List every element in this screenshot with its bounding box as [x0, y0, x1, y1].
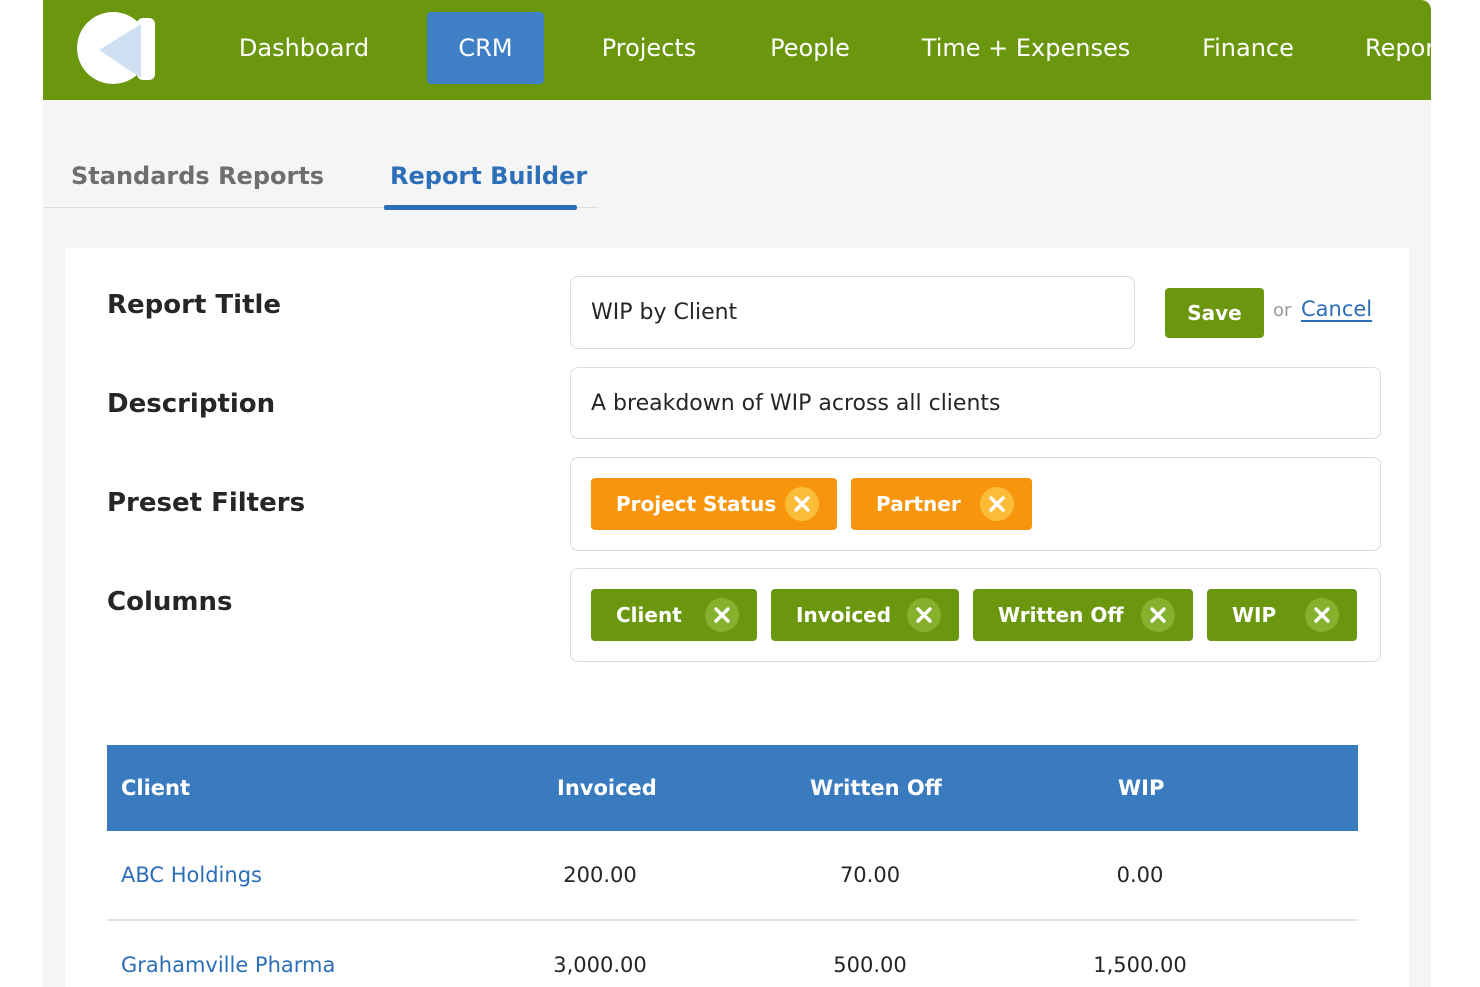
tab-report-builder[interactable]: Report Builder — [390, 156, 587, 196]
preset-filters-field[interactable]: Project Status Partner — [570, 457, 1381, 551]
report-builder-card: Report Title WIP by Client Save or Cance… — [65, 248, 1409, 987]
report-title-input[interactable]: WIP by Client — [570, 276, 1135, 349]
or-separator: or — [1273, 300, 1292, 321]
nav-crm[interactable]: CRM — [427, 12, 544, 84]
preset-filters-label: Preset Filters — [107, 488, 306, 518]
active-tab-indicator — [384, 205, 577, 210]
nav-finance[interactable]: Finance — [1200, 12, 1296, 84]
remove-column-invoiced-icon[interactable] — [907, 598, 941, 632]
remove-column-wip-icon[interactable] — [1305, 598, 1339, 632]
table-header: Client Invoiced Written Off WIP — [107, 745, 1358, 831]
table-row: ABC Holdings 200.00 70.00 0.00 — [107, 831, 1358, 921]
nav-projects[interactable]: Projects — [599, 12, 699, 84]
wip-cell: 0.00 — [1116, 863, 1164, 887]
filter-chip-partner: Partner — [851, 478, 1032, 530]
remove-column-client-icon[interactable] — [705, 598, 739, 632]
filter-chip-label: Project Status — [616, 492, 777, 516]
client-link[interactable]: Grahamville Pharma — [121, 921, 335, 987]
column-chip-label: WIP — [1232, 603, 1277, 627]
tab-standards-reports[interactable]: Standards Reports — [71, 156, 324, 196]
filter-chip-project-status: Project Status — [591, 478, 837, 530]
app-window: Dashboard CRM Projects People Time + Exp… — [43, 0, 1431, 987]
column-header-client[interactable]: Client — [121, 745, 190, 831]
column-chip-label: Written Off — [998, 603, 1124, 627]
cancel-link[interactable]: Cancel — [1301, 297, 1372, 321]
remove-filter-project-status-icon[interactable] — [785, 487, 819, 521]
written-off-cell: 70.00 — [839, 863, 901, 887]
description-label: Description — [107, 389, 276, 419]
column-chip-wip: WIP — [1207, 589, 1357, 641]
invoiced-cell: 3,000.00 — [553, 953, 647, 977]
report-title-value: WIP by Client — [591, 300, 738, 325]
nav-dashboard[interactable]: Dashboard — [238, 12, 370, 84]
invoiced-cell: 200.00 — [563, 863, 637, 887]
remove-filter-partner-icon[interactable] — [980, 487, 1014, 521]
column-chip-written-off: Written Off — [973, 589, 1193, 641]
nav-people[interactable]: People — [767, 12, 853, 84]
app-logo[interactable] — [69, 10, 159, 90]
column-chip-invoiced: Invoiced — [771, 589, 959, 641]
client-link[interactable]: ABC Holdings — [121, 831, 262, 919]
column-header-wip[interactable]: WIP — [1118, 745, 1164, 831]
column-chip-label: Client — [616, 603, 682, 627]
remove-column-written-off-icon[interactable] — [1141, 598, 1175, 632]
column-chip-label: Invoiced — [796, 603, 892, 627]
save-button[interactable]: Save — [1165, 288, 1264, 338]
columns-field[interactable]: Client Invoiced Written Off WIP — [570, 568, 1381, 662]
columns-label: Columns — [107, 587, 233, 617]
top-nav: Dashboard CRM Projects People Time + Exp… — [43, 0, 1431, 100]
column-header-written-off[interactable]: Written Off — [810, 745, 942, 831]
wip-cell: 1,500.00 — [1093, 953, 1187, 977]
column-chip-client: Client — [591, 589, 757, 641]
written-off-cell: 500.00 — [833, 953, 907, 977]
description-value: A breakdown of WIP across all clients — [591, 390, 1001, 416]
filter-chip-label: Partner — [876, 492, 961, 516]
column-header-invoiced[interactable]: Invoiced — [557, 745, 657, 831]
nav-time-expenses[interactable]: Time + Expenses — [921, 12, 1131, 84]
nav-reports[interactable]: Repor — [1365, 12, 1431, 84]
table-row: Grahamville Pharma 3,000.00 500.00 1,500… — [107, 921, 1358, 987]
report-title-label: Report Title — [107, 290, 282, 320]
description-input[interactable]: A breakdown of WIP across all clients — [570, 367, 1381, 439]
